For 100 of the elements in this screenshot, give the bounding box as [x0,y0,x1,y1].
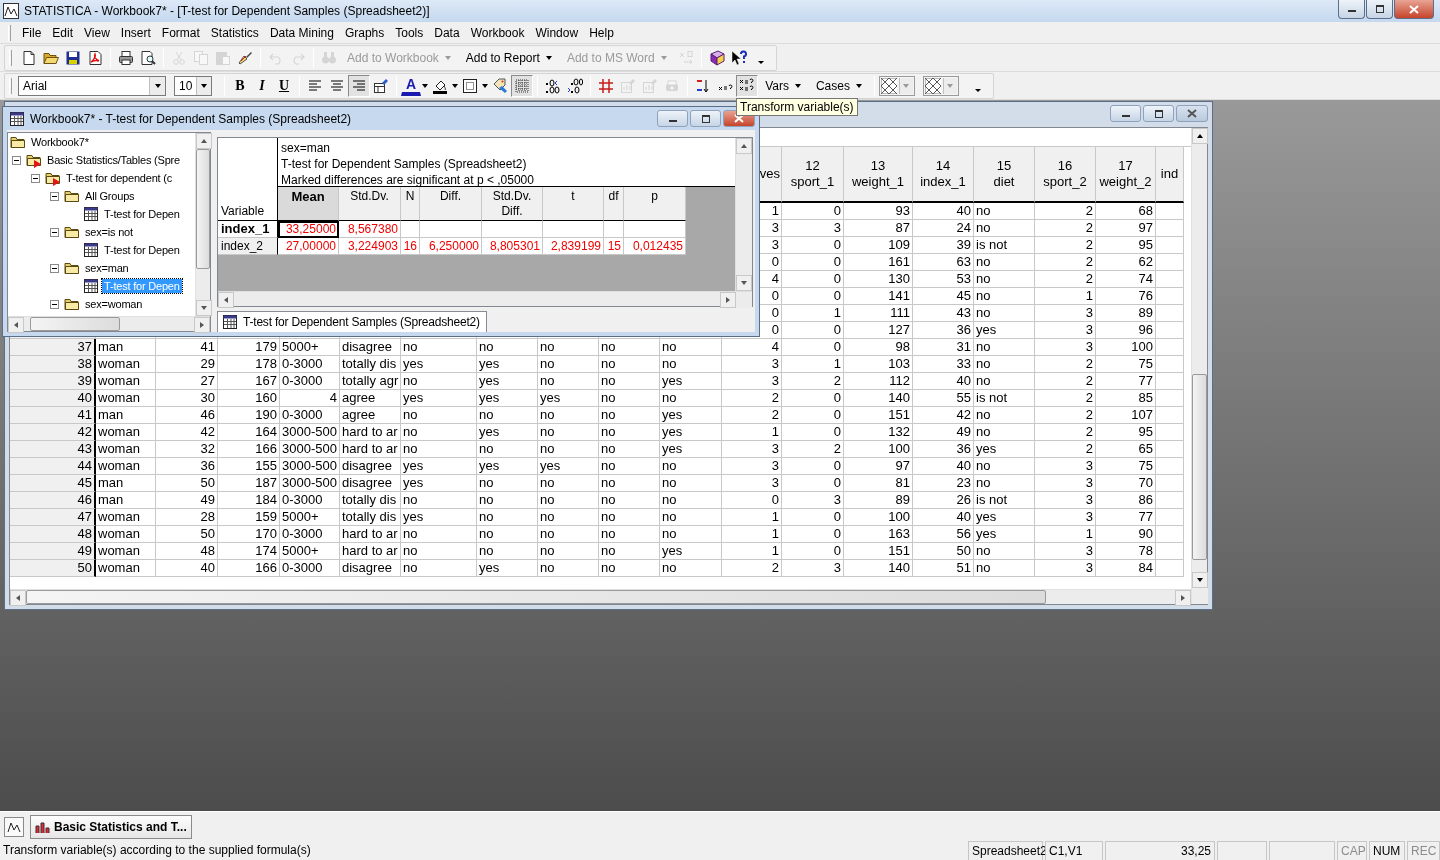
tree-item[interactable]: T-test for dependent (c [64,171,175,185]
vertical-scrollbar[interactable] [1191,128,1207,604]
menu-item[interactable]: Graphs [339,23,391,42]
tree-item[interactable]: sex=woman [83,297,145,311]
tag-icon[interactable] [492,77,509,94]
collapse-icon[interactable] [50,191,59,201]
help-pointer-icon[interactable] [730,49,747,66]
vertical-scrollbar[interactable] [195,133,210,316]
tree-item[interactable]: T-test for Depen [102,243,182,257]
menu-item[interactable]: Format [156,23,206,42]
align-right-button[interactable] [348,74,370,97]
column-header[interactable]: df [604,187,624,221]
horizontal-scrollbar[interactable] [218,291,752,306]
align-center-icon[interactable] [329,77,345,94]
dropdown-button[interactable]: Add to Report [458,46,560,69]
tree-item[interactable]: Workbook7* [29,135,91,149]
remove-decimal-icon[interactable] [567,77,584,94]
menu-item[interactable]: Data Mining [264,23,340,42]
transform-button[interactable] [736,74,759,97]
minimize-button[interactable] [657,110,688,127]
scroll-right-button[interactable] [720,292,736,308]
column-name[interactable]: index_1 [920,174,966,190]
restore-button[interactable] [1143,105,1174,122]
scroll-up-button[interactable] [736,138,752,154]
new-document-icon[interactable] [21,49,37,66]
close-button[interactable] [1394,0,1434,19]
app-menu-button[interactable] [4,816,24,837]
menu-item[interactable]: Window [530,23,585,42]
close-button[interactable] [1176,105,1208,122]
scroll-right-button[interactable] [1175,590,1191,606]
column-name[interactable]: weight_2 [1099,174,1152,190]
font-size-field[interactable]: 10 [174,75,212,96]
column-name[interactable]: diet [993,174,1015,190]
pdf-icon[interactable] [87,49,103,66]
save-icon[interactable] [65,49,81,66]
font-color-button[interactable]: A [401,75,422,96]
print-icon[interactable] [118,49,134,66]
scroll-left-button[interactable] [8,317,24,333]
font-field[interactable]: Arial [18,75,166,96]
dotted-grid-button[interactable] [511,74,534,97]
menu-item[interactable]: File [17,23,48,42]
scroll-up-button[interactable] [196,133,212,149]
bold-button[interactable]: B [229,74,251,97]
menu-item[interactable]: Data [429,23,466,42]
brush-icon[interactable] [237,49,253,66]
pattern-dropdown[interactable] [922,75,959,96]
collapse-icon[interactable] [50,263,59,273]
align-left-icon[interactable] [307,77,323,94]
column-header[interactable]: p [624,187,686,221]
tree-item[interactable]: Basic Statistics/Tables (Spre [45,153,182,167]
scroll-down-button[interactable] [736,275,752,291]
format-cells-icon[interactable] [373,77,389,94]
horizontal-scrollbar[interactable] [10,589,1191,604]
collapse-icon[interactable] [50,227,59,237]
menu-item[interactable]: Statistics [205,23,265,42]
column-name[interactable]: ind [1160,166,1179,182]
scroll-up-button[interactable] [1192,128,1208,144]
scroll-down-button[interactable] [196,300,212,316]
book-icon[interactable] [708,49,725,66]
menu-item[interactable]: Help [584,23,620,42]
column-header[interactable]: t [543,187,604,221]
collapse-icon[interactable] [50,299,59,309]
column-header[interactable]: Std.Dv. Diff. [482,187,543,221]
column-header[interactable]: Std.Dv. [339,187,401,221]
tree-item[interactable]: sex=is not [83,225,135,239]
column-name[interactable]: weight_1 [851,174,904,190]
column-header[interactable]: N [401,187,420,221]
tree-item[interactable]: T-test for Depen [102,207,182,221]
italic-button[interactable]: I [251,74,273,97]
menu-item[interactable]: View [79,23,116,42]
column-name[interactable]: sport_2 [1043,174,1087,190]
underline-button[interactable]: U [273,74,295,97]
column-header[interactable]: Diff. [420,187,482,221]
menu-item[interactable]: Tools [390,23,430,42]
menu-item[interactable]: Workbook [465,23,531,42]
menu-item[interactable]: Edit [47,23,80,42]
scroll-left-button[interactable] [218,292,234,308]
add-decimal-icon[interactable] [545,77,562,94]
horizontal-scrollbar[interactable] [8,316,210,331]
column-name[interactable]: ves [759,166,780,182]
tree-item[interactable]: sex=man [83,261,131,275]
print-preview-icon[interactable] [140,49,156,66]
column-header[interactable]: Mean [278,187,339,221]
scroll-down-button[interactable] [1192,572,1208,588]
pattern-dropdown[interactable] [878,75,915,96]
column-name[interactable]: sport_1 [790,174,835,190]
minimize-button[interactable] [1110,105,1141,122]
minimize-button[interactable] [1338,0,1365,19]
minimized-window-button[interactable]: Basic Statistics and T... [30,814,192,839]
restore-button[interactable] [690,110,721,127]
border-icon[interactable] [462,77,479,94]
tree-item[interactable]: All Groups [83,189,137,203]
scroll-left-button[interactable] [10,590,26,606]
collapse-icon[interactable] [31,173,40,183]
row-header[interactable]: index_2 [218,238,278,255]
collapse-icon[interactable] [12,155,21,165]
restore-button[interactable] [1366,0,1393,19]
row-header[interactable]: index_1 [218,221,278,238]
vertical-scrollbar[interactable] [735,138,752,291]
menu-item[interactable]: Insert [115,23,157,42]
